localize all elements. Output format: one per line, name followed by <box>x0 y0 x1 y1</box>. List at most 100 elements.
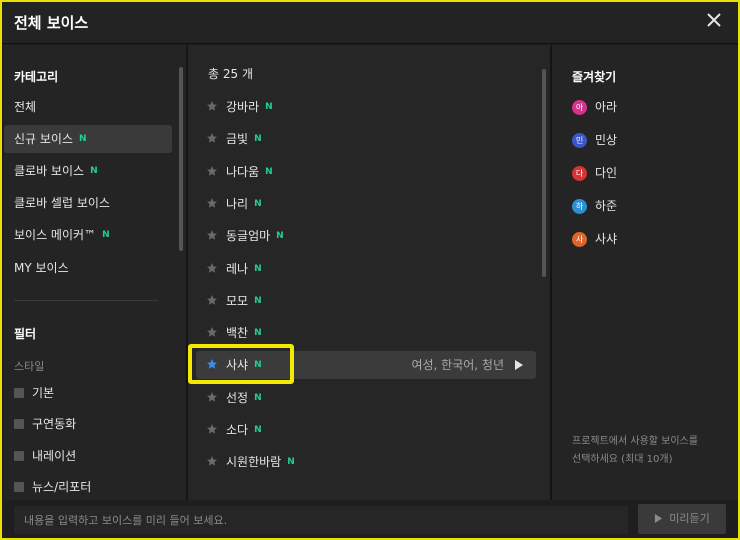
new-badge: N <box>254 393 262 403</box>
voice-name: 동글엄마 <box>226 229 271 243</box>
hint-line: 프로젝트에서 사용할 보이스를 <box>572 436 698 447</box>
star-icon[interactable] <box>206 262 218 274</box>
filter-storytelling[interactable]: 구연동화 <box>14 415 76 435</box>
voice-name: 강바라 <box>226 100 260 114</box>
filter-news-reporter[interactable]: 뉴스/리포터 <box>14 478 91 498</box>
avatar: 하 <box>572 199 587 214</box>
voice-row-sasha[interactable]: 사샤 N 여성, 한국어, 청년 <box>196 351 536 379</box>
favorite-item-hajun[interactable]: 하 하준 <box>572 197 617 219</box>
favorite-item-ara[interactable]: 아 아라 <box>572 98 617 120</box>
checkbox[interactable] <box>14 482 24 492</box>
star-icon[interactable] <box>206 165 218 177</box>
star-icon[interactable] <box>206 455 218 467</box>
play-icon <box>655 514 663 523</box>
voice-row-donggeul-eomma[interactable]: 동글엄마 N <box>196 222 536 250</box>
play-icon[interactable] <box>514 360 524 370</box>
category-item-voice-maker[interactable]: 보이스 메이커™ N <box>4 221 172 249</box>
voice-list-panel: 총 25 개 강바라 N 금빛 N 나다움 N 나리 N 동글엄마 N 레나 N 모모 N 백… <box>188 45 550 500</box>
favorite-name: 다인 <box>595 166 618 180</box>
checkbox[interactable] <box>14 419 24 429</box>
category-label: 전체 <box>14 100 37 114</box>
filter-title: 필터 <box>14 327 37 341</box>
checkbox[interactable] <box>14 451 24 461</box>
avatar: 사 <box>572 232 587 247</box>
voice-name: 금빛 <box>226 132 249 146</box>
favorite-name: 아라 <box>595 100 618 114</box>
voice-row-seonjeong[interactable]: 선정 N <box>196 384 536 412</box>
category-label: 클로바 셀럽 보이스 <box>14 196 110 210</box>
filter-label-text: 기본 <box>32 386 55 400</box>
new-badge: N <box>276 231 284 241</box>
voice-list-scrollbar[interactable] <box>542 69 546 277</box>
checkbox[interactable] <box>14 388 24 398</box>
new-badge: N <box>254 264 262 274</box>
star-icon[interactable] <box>206 132 218 144</box>
voice-name: 사샤 <box>226 358 249 372</box>
star-icon[interactable] <box>206 197 218 209</box>
new-badge: N <box>254 296 262 306</box>
category-item-all[interactable]: 전체 <box>4 93 172 121</box>
favorite-item-sasha[interactable]: 사 사샤 <box>572 230 617 252</box>
favorite-name: 하준 <box>595 199 618 213</box>
category-item-clova-celeb[interactable]: 클로바 셀럽 보이스 <box>4 189 172 217</box>
voice-dialog: 전체 보이스 카테고리 전체 신규 보이스 N 클로바 보이스 N 클로바 셀럽 보… <box>0 0 740 540</box>
new-badge: N <box>287 457 295 467</box>
new-badge: N <box>102 230 110 240</box>
voice-name: 나리 <box>226 197 249 211</box>
category-label: MY 보이스 <box>14 261 69 275</box>
voice-row-momo[interactable]: 모모 N <box>196 287 536 315</box>
favorite-item-dain[interactable]: 다 다인 <box>572 164 617 186</box>
new-badge: N <box>254 134 262 144</box>
favorites-hint: 프로젝트에서 사용할 보이스를 선택하세요 (최대 10개) <box>572 433 732 469</box>
star-icon[interactable] <box>206 423 218 435</box>
new-badge: N <box>254 199 262 209</box>
dialog-title: 전체 보이스 <box>14 14 89 32</box>
divider <box>14 300 158 301</box>
category-item-new-voices[interactable]: 신규 보이스 N <box>4 125 172 153</box>
star-icon[interactable] <box>206 326 218 338</box>
star-icon[interactable] <box>206 100 218 112</box>
avatar: 다 <box>572 166 587 181</box>
voice-row-baekchan[interactable]: 백찬 N <box>196 319 536 347</box>
voice-row-siwonhan-baram[interactable]: 시원한바람 N <box>196 448 536 476</box>
category-label: 보이스 메이커™ <box>14 228 97 242</box>
preview-bar: 미리듣기 <box>4 500 738 538</box>
voice-name: 모모 <box>226 294 249 308</box>
preview-button[interactable]: 미리듣기 <box>638 504 726 534</box>
preview-label: 미리듣기 <box>669 512 710 525</box>
voice-row-geumbit[interactable]: 금빛 N <box>196 125 536 153</box>
category-panel: 카테고리 전체 신규 보이스 N 클로바 보이스 N 클로바 셀럽 보이스 보이스 … <box>4 45 186 500</box>
star-icon[interactable] <box>206 391 218 403</box>
voice-row-gangbara[interactable]: 강바라 N <box>196 93 536 121</box>
style-label: 스타일 <box>14 360 45 373</box>
category-item-my-voices[interactable]: MY 보이스 <box>4 254 172 282</box>
new-badge: N <box>254 328 262 338</box>
voice-name: 선정 <box>226 391 249 405</box>
favorite-name: 민상 <box>595 133 618 147</box>
voice-name: 레나 <box>226 262 249 276</box>
filter-narration[interactable]: 내레이션 <box>14 447 76 467</box>
voice-row-soda[interactable]: 소다 N <box>196 416 536 444</box>
voice-row-nari[interactable]: 나리 N <box>196 190 536 218</box>
voice-name: 나다움 <box>226 165 260 179</box>
category-label: 클로바 보이스 <box>14 164 85 178</box>
avatar: 아 <box>572 100 587 115</box>
star-icon[interactable] <box>206 294 218 306</box>
category-item-clova-voices[interactable]: 클로바 보이스 N <box>4 157 172 185</box>
voice-row-nadaum[interactable]: 나다움 N <box>196 158 536 186</box>
new-badge: N <box>90 166 98 176</box>
new-badge: N <box>254 360 262 370</box>
voice-meta: 여성, 한국어, 청년 <box>411 358 504 372</box>
voice-row-rena[interactable]: 레나 N <box>196 255 536 283</box>
category-label: 신규 보이스 <box>14 132 74 146</box>
hint-line: 선택하세요 (최대 10개) <box>572 454 673 465</box>
category-scrollbar[interactable] <box>179 67 183 251</box>
favorite-item-minsang[interactable]: 민 민상 <box>572 131 617 153</box>
preview-text-input[interactable] <box>14 506 628 534</box>
star-icon-active[interactable] <box>206 358 218 370</box>
close-icon[interactable] <box>702 8 726 32</box>
avatar: 민 <box>572 133 587 148</box>
filter-basic[interactable]: 기본 <box>14 384 54 404</box>
dialog-titlebar: 전체 보이스 <box>2 2 738 44</box>
star-icon[interactable] <box>206 229 218 241</box>
